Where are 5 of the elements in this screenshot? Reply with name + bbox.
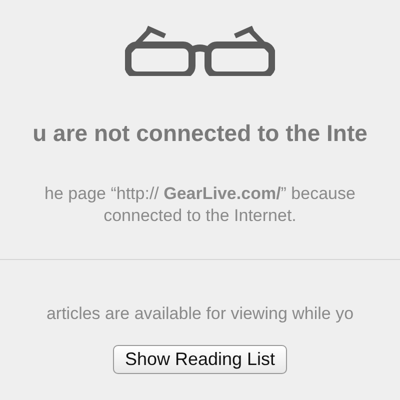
error-message: connected to the Internet. [104, 205, 296, 227]
show-reading-list-button[interactable]: Show Reading List [112, 345, 288, 374]
reading-list-text: articles are available for viewing while yo [46, 303, 354, 325]
error-heading: u are not connected to the Inte [32, 120, 368, 147]
error-message: he page “http:// GearLive.com/” because [44, 183, 356, 205]
